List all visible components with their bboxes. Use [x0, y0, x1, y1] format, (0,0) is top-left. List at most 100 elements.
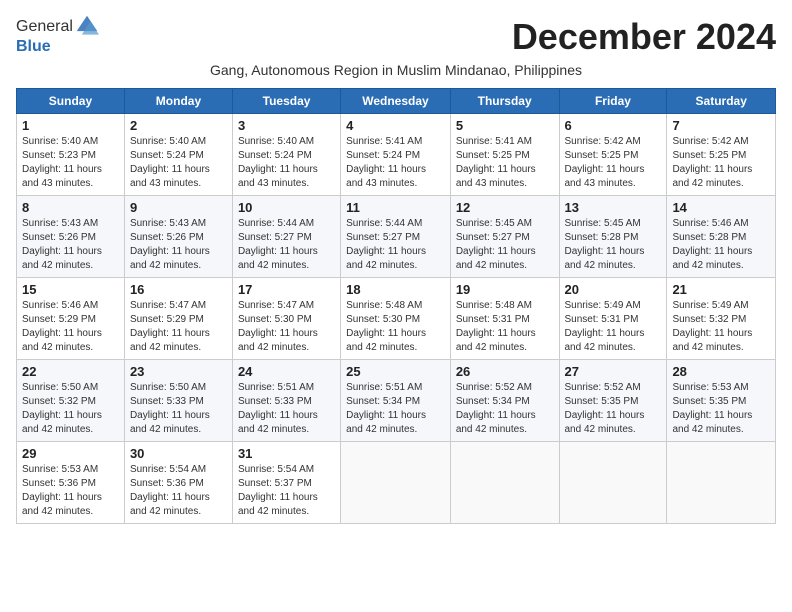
- sunrise-label: Sunrise: 5:40 AM: [130, 136, 206, 147]
- day-info: Sunrise: 5:54 AM Sunset: 5:37 PM Dayligh…: [238, 463, 335, 519]
- weekday-header-thursday: Thursday: [450, 89, 559, 114]
- calendar-cell: 30 Sunrise: 5:54 AM Sunset: 5:36 PM Dayl…: [124, 442, 232, 524]
- daylight-label: Daylight: 11 hours and 43 minutes.: [238, 164, 318, 189]
- calendar-cell: 9 Sunrise: 5:43 AM Sunset: 5:26 PM Dayli…: [124, 196, 232, 278]
- day-number: 12: [456, 200, 554, 215]
- sunset-label: Sunset: 5:33 PM: [130, 396, 204, 407]
- sunrise-label: Sunrise: 5:46 AM: [672, 218, 748, 229]
- daylight-label: Daylight: 11 hours and 42 minutes.: [456, 246, 536, 271]
- weekday-header-row: SundayMondayTuesdayWednesdayThursdayFrid…: [17, 89, 776, 114]
- sunrise-label: Sunrise: 5:48 AM: [456, 300, 532, 311]
- day-number: 18: [346, 282, 445, 297]
- day-info: Sunrise: 5:51 AM Sunset: 5:33 PM Dayligh…: [238, 381, 335, 437]
- day-number: 27: [565, 364, 662, 379]
- day-info: Sunrise: 5:54 AM Sunset: 5:36 PM Dayligh…: [130, 463, 227, 519]
- sunset-label: Sunset: 5:32 PM: [22, 396, 96, 407]
- day-number: 15: [22, 282, 119, 297]
- calendar-table: SundayMondayTuesdayWednesdayThursdayFrid…: [16, 88, 776, 524]
- day-number: 25: [346, 364, 445, 379]
- calendar-cell: 29 Sunrise: 5:53 AM Sunset: 5:36 PM Dayl…: [17, 442, 125, 524]
- day-info: Sunrise: 5:47 AM Sunset: 5:29 PM Dayligh…: [130, 299, 227, 355]
- sunset-label: Sunset: 5:25 PM: [456, 150, 530, 161]
- calendar-cell: 14 Sunrise: 5:46 AM Sunset: 5:28 PM Dayl…: [667, 196, 776, 278]
- calendar-cell: 31 Sunrise: 5:54 AM Sunset: 5:37 PM Dayl…: [232, 442, 340, 524]
- page-header: General Blue December 2024: [16, 16, 776, 58]
- sunset-label: Sunset: 5:23 PM: [22, 150, 96, 161]
- daylight-label: Daylight: 11 hours and 42 minutes.: [238, 492, 318, 517]
- sunrise-label: Sunrise: 5:47 AM: [238, 300, 314, 311]
- month-title: December 2024: [512, 16, 776, 58]
- day-number: 23: [130, 364, 227, 379]
- calendar-cell: 25 Sunrise: 5:51 AM Sunset: 5:34 PM Dayl…: [341, 360, 451, 442]
- daylight-label: Daylight: 11 hours and 42 minutes.: [565, 328, 645, 353]
- calendar-cell: 24 Sunrise: 5:51 AM Sunset: 5:33 PM Dayl…: [232, 360, 340, 442]
- day-number: 11: [346, 200, 445, 215]
- sunset-label: Sunset: 5:36 PM: [22, 478, 96, 489]
- sunrise-label: Sunrise: 5:54 AM: [130, 464, 206, 475]
- day-number: 5: [456, 118, 554, 133]
- daylight-label: Daylight: 11 hours and 42 minutes.: [672, 410, 752, 435]
- sunrise-label: Sunrise: 5:40 AM: [238, 136, 314, 147]
- weekday-header-sunday: Sunday: [17, 89, 125, 114]
- daylight-label: Daylight: 11 hours and 42 minutes.: [238, 328, 318, 353]
- calendar-cell: 20 Sunrise: 5:49 AM Sunset: 5:31 PM Dayl…: [559, 278, 667, 360]
- calendar-cell: [450, 442, 559, 524]
- calendar-cell: 10 Sunrise: 5:44 AM Sunset: 5:27 PM Dayl…: [232, 196, 340, 278]
- sunrise-label: Sunrise: 5:40 AM: [22, 136, 98, 147]
- sunset-label: Sunset: 5:33 PM: [238, 396, 312, 407]
- day-info: Sunrise: 5:53 AM Sunset: 5:36 PM Dayligh…: [22, 463, 119, 519]
- logo-text: General Blue: [16, 16, 99, 56]
- day-info: Sunrise: 5:42 AM Sunset: 5:25 PM Dayligh…: [565, 135, 662, 191]
- sunset-label: Sunset: 5:30 PM: [238, 314, 312, 325]
- day-number: 17: [238, 282, 335, 297]
- weekday-header-friday: Friday: [559, 89, 667, 114]
- daylight-label: Daylight: 11 hours and 43 minutes.: [346, 164, 426, 189]
- weekday-header-tuesday: Tuesday: [232, 89, 340, 114]
- sunset-label: Sunset: 5:30 PM: [346, 314, 420, 325]
- day-number: 31: [238, 446, 335, 461]
- day-number: 22: [22, 364, 119, 379]
- day-number: 30: [130, 446, 227, 461]
- day-info: Sunrise: 5:40 AM Sunset: 5:24 PM Dayligh…: [238, 135, 335, 191]
- sunrise-label: Sunrise: 5:44 AM: [238, 218, 314, 229]
- sunrise-label: Sunrise: 5:45 AM: [565, 218, 641, 229]
- calendar-cell: 16 Sunrise: 5:47 AM Sunset: 5:29 PM Dayl…: [124, 278, 232, 360]
- daylight-label: Daylight: 11 hours and 42 minutes.: [22, 246, 102, 271]
- daylight-label: Daylight: 11 hours and 42 minutes.: [238, 410, 318, 435]
- day-number: 8: [22, 200, 119, 215]
- sunset-label: Sunset: 5:26 PM: [22, 232, 96, 243]
- sunset-label: Sunset: 5:35 PM: [672, 396, 746, 407]
- sunrise-label: Sunrise: 5:52 AM: [456, 382, 532, 393]
- day-number: 13: [565, 200, 662, 215]
- daylight-label: Daylight: 11 hours and 42 minutes.: [346, 246, 426, 271]
- calendar-cell: [667, 442, 776, 524]
- calendar-cell: 15 Sunrise: 5:46 AM Sunset: 5:29 PM Dayl…: [17, 278, 125, 360]
- sunset-label: Sunset: 5:28 PM: [565, 232, 639, 243]
- day-info: Sunrise: 5:49 AM Sunset: 5:32 PM Dayligh…: [672, 299, 770, 355]
- sunset-label: Sunset: 5:24 PM: [238, 150, 312, 161]
- calendar-cell: 8 Sunrise: 5:43 AM Sunset: 5:26 PM Dayli…: [17, 196, 125, 278]
- day-number: 6: [565, 118, 662, 133]
- day-info: Sunrise: 5:45 AM Sunset: 5:27 PM Dayligh…: [456, 217, 554, 273]
- sunset-label: Sunset: 5:26 PM: [130, 232, 204, 243]
- calendar-cell: 7 Sunrise: 5:42 AM Sunset: 5:25 PM Dayli…: [667, 114, 776, 196]
- weekday-header-monday: Monday: [124, 89, 232, 114]
- sunrise-label: Sunrise: 5:43 AM: [130, 218, 206, 229]
- sunset-label: Sunset: 5:36 PM: [130, 478, 204, 489]
- sunrise-label: Sunrise: 5:50 AM: [130, 382, 206, 393]
- daylight-label: Daylight: 11 hours and 42 minutes.: [130, 328, 210, 353]
- sunset-label: Sunset: 5:27 PM: [238, 232, 312, 243]
- daylight-label: Daylight: 11 hours and 42 minutes.: [130, 410, 210, 435]
- day-number: 14: [672, 200, 770, 215]
- sunrise-label: Sunrise: 5:42 AM: [565, 136, 641, 147]
- calendar-week-2: 8 Sunrise: 5:43 AM Sunset: 5:26 PM Dayli…: [17, 196, 776, 278]
- logo-general-text: General: [16, 18, 73, 36]
- sunset-label: Sunset: 5:35 PM: [565, 396, 639, 407]
- day-info: Sunrise: 5:51 AM Sunset: 5:34 PM Dayligh…: [346, 381, 445, 437]
- calendar-week-4: 22 Sunrise: 5:50 AM Sunset: 5:32 PM Dayl…: [17, 360, 776, 442]
- day-info: Sunrise: 5:41 AM Sunset: 5:25 PM Dayligh…: [456, 135, 554, 191]
- sunrise-label: Sunrise: 5:50 AM: [22, 382, 98, 393]
- sunrise-label: Sunrise: 5:53 AM: [672, 382, 748, 393]
- calendar-cell: 12 Sunrise: 5:45 AM Sunset: 5:27 PM Dayl…: [450, 196, 559, 278]
- sunset-label: Sunset: 5:29 PM: [22, 314, 96, 325]
